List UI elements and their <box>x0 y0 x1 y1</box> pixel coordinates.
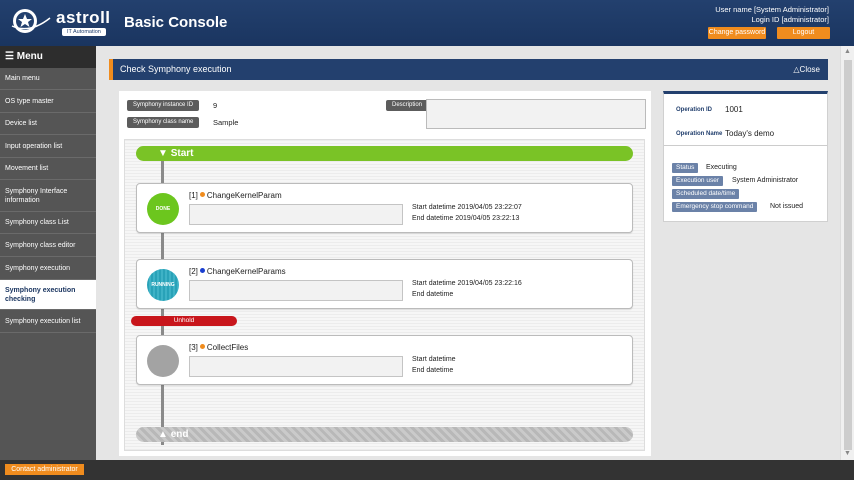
operation-id-value: 1001 <box>725 105 743 114</box>
logo-badge-icon <box>11 9 51 33</box>
triangle-up-icon: ▲ <box>158 429 168 440</box>
node-label: ChangeKernelParams <box>206 267 286 276</box>
status-circle: DONE <box>147 193 179 225</box>
status-dot-icon <box>199 268 205 273</box>
execution-user-value: System Administrator <box>732 177 799 184</box>
status-value: Executing <box>706 164 737 171</box>
sidebar-item-symphony-execution-list[interactable]: Symphony execution list <box>0 310 96 333</box>
main-content: Check Symphony execution △Close Symphony… <box>96 46 840 460</box>
node-index: [2] <box>189 267 198 276</box>
start-bar: ▼ Start <box>136 146 633 161</box>
close-button[interactable]: △Close <box>793 59 820 80</box>
emergency-stop-label: Emergency stop command <box>672 202 758 212</box>
start-label: Start <box>170 148 194 159</box>
class-name-value: Sample <box>213 118 239 127</box>
description-label: Description <box>386 100 429 111</box>
page-title: Check Symphony execution <box>120 64 232 74</box>
end-bar: ▲ end <box>136 427 633 442</box>
emergency-stop-value: Not issued <box>770 203 804 210</box>
node-name: [1] ChangeKernelParam <box>189 191 282 200</box>
node-label: ChangeKernelParam <box>206 191 282 200</box>
scroll-up-icon[interactable]: ▲ <box>844 48 851 55</box>
sidebar-item-movement-list[interactable]: Movement list <box>0 158 96 180</box>
sidebar-item-symphony-execution[interactable]: Symphony execution <box>0 257 96 280</box>
class-name-label: Symphony class name <box>127 117 200 128</box>
close-label: Close <box>799 65 820 74</box>
end-datetime: End datetime <box>412 367 454 374</box>
end-datetime: End datetime <box>412 291 454 298</box>
scrollbar-thumb[interactable] <box>844 60 852 450</box>
menu-title: Menu <box>16 51 43 62</box>
end-label: end <box>170 429 189 440</box>
hamburger-icon: ☰ <box>5 51 14 62</box>
app-header: astroll IT Automation Basic Console User… <box>0 0 854 46</box>
triangle-down-icon: ▼ <box>158 148 168 159</box>
instance-id-value: 9 <box>213 101 218 110</box>
sidebar-item-symphony-execution-checking[interactable]: Symphony execution checking <box>0 280 96 310</box>
status-label: Status <box>672 163 699 173</box>
divider <box>664 145 827 146</box>
instance-id-label: Symphony instance ID <box>127 100 200 111</box>
page-scrollbar[interactable]: ▲ ▼ <box>840 46 854 460</box>
logo-subtitle: IT Automation <box>62 28 106 36</box>
status-circle: RUNNING <box>147 269 179 301</box>
sidebar-item-input-operation-list[interactable]: Input operation list <box>0 135 96 158</box>
page-titlebar: Check Symphony execution △Close <box>109 59 828 80</box>
sidebar-item-os-type-master[interactable]: OS type master <box>0 90 96 113</box>
description-field[interactable] <box>426 99 646 129</box>
sidebar-item-main-menu[interactable]: Main menu <box>0 68 96 90</box>
user-name: User name [System Administrator] <box>715 5 829 14</box>
menu-header: ☰ Menu <box>0 46 96 68</box>
node-detail-box[interactable] <box>189 280 403 301</box>
unhold-button[interactable]: Unhold <box>131 316 237 326</box>
start-datetime: Start datetime <box>412 356 456 363</box>
node-index: [1] <box>189 191 198 200</box>
symphony-flow: ▼ Start DONE [1] ChangeKernelParam Start … <box>124 139 645 451</box>
status-dot-icon <box>199 192 205 197</box>
logout-button[interactable]: Logout <box>777 27 830 39</box>
logo: astroll IT Automation <box>10 6 111 38</box>
sidebar-item-symphony-class-editor[interactable]: Symphony class editor <box>0 234 96 257</box>
sidebar: ☰ Menu Main menu OS type master Device l… <box>0 46 96 460</box>
movement-node[interactable]: DONE [1] ChangeKernelParam Start datetime… <box>136 183 633 233</box>
change-password-button[interactable]: Change password <box>708 27 766 39</box>
start-datetime: Start datetime 2019/04/05 23:22:16 <box>412 280 522 287</box>
user-info: User name [System Administrator] Login I… <box>715 5 829 25</box>
login-id: Login ID [administrator] <box>751 15 829 24</box>
movement-node[interactable]: RUNNING [2] ChangeKernelParams Start date… <box>136 259 633 309</box>
logo-text: astroll <box>56 8 111 27</box>
node-label: CollectFiles <box>206 343 249 352</box>
movement-node[interactable]: [3] CollectFiles Start datetime End datet… <box>136 335 633 385</box>
status-dot-icon <box>199 344 205 349</box>
contact-administrator-button[interactable]: Contact administrator <box>5 464 84 475</box>
node-detail-box[interactable] <box>189 204 403 225</box>
scheduled-label: Scheduled date/time <box>672 189 740 199</box>
sidebar-item-symphony-class-list[interactable]: Symphony class List <box>0 212 96 234</box>
sidebar-item-symphony-interface[interactable]: Symphony Interface information <box>0 180 96 212</box>
operation-panel: Operation ID 1001 Operation Name Today's… <box>663 91 828 222</box>
operation-name-label: Operation Name <box>676 131 723 137</box>
node-name: [3] CollectFiles <box>189 343 248 352</box>
footer: Contact administrator <box>0 460 854 480</box>
app-title: Basic Console <box>124 14 228 31</box>
symphony-info: Symphony instance ID 9 Symphony class na… <box>119 91 651 136</box>
scroll-down-icon[interactable]: ▼ <box>844 450 851 457</box>
symphony-panel: Symphony instance ID 9 Symphony class na… <box>119 91 651 456</box>
node-name: [2] ChangeKernelParams <box>189 267 286 276</box>
start-datetime: Start datetime 2019/04/05 23:22:07 <box>412 204 522 211</box>
operation-id-label: Operation ID <box>676 107 713 113</box>
end-datetime: End datetime 2019/04/05 23:22:13 <box>412 215 520 222</box>
node-detail-box[interactable] <box>189 356 403 377</box>
sidebar-item-device-list[interactable]: Device list <box>0 113 96 135</box>
execution-user-label: Execution user <box>672 176 723 186</box>
operation-name-value: Today's demo <box>725 129 775 138</box>
status-circle <box>147 345 179 377</box>
node-index: [3] <box>189 343 198 352</box>
